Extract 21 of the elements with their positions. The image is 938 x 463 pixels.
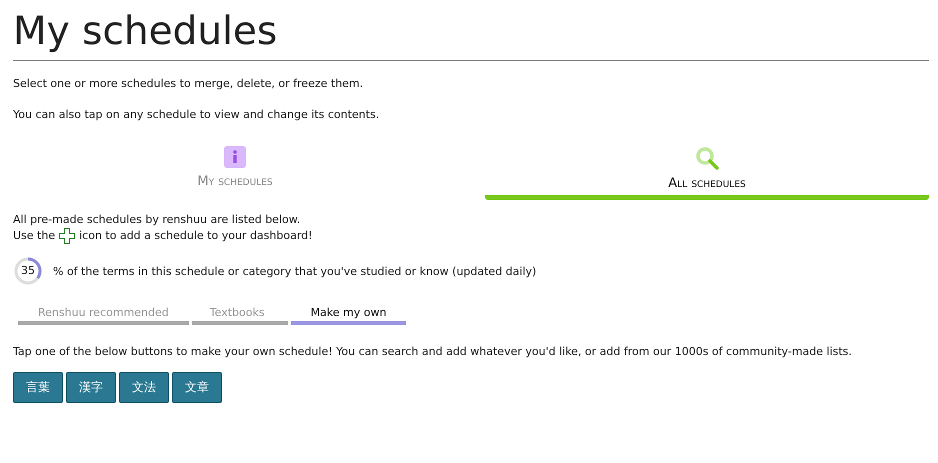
info-icon [224,146,246,168]
category-button[interactable]: 言葉 [13,372,63,403]
tab[interactable]: My schedules [13,146,457,200]
category-button[interactable]: 文法 [119,372,169,403]
progress-ring: 35 [13,256,43,286]
category-tab[interactable]: Renshuu recommended [18,306,189,325]
notice-text: All pre-made schedules by renshuu are listed below. [13,213,300,226]
plus-icon [59,228,76,244]
tab[interactable]: All schedules [485,146,929,200]
page-title: My schedules [13,0,929,61]
notice-text: icon to add a schedule to your dashboard! [79,228,313,244]
category-tab[interactable]: Make my own [290,306,406,325]
category-tab[interactable]: Textbooks [192,306,288,325]
category-button[interactable]: 漢字 [66,372,116,403]
intro-text: Select one or more schedules to merge, delete, or freeze them. [13,77,364,91]
notice-text: Use the [13,228,56,244]
search-icon [695,146,719,170]
legend-text: % of the terms in this schedule or category that you've studied or know (updated daily) [53,264,536,278]
category-button[interactable]: 文章 [172,372,222,403]
intro-text: You can also tap on any schedule to view and change its contents. [13,108,380,122]
instructions-text: Tap one of the below buttons to make your own schedule! You can search and add whatever you'd like, or add from our 1000s of community-made lists. [13,345,853,358]
